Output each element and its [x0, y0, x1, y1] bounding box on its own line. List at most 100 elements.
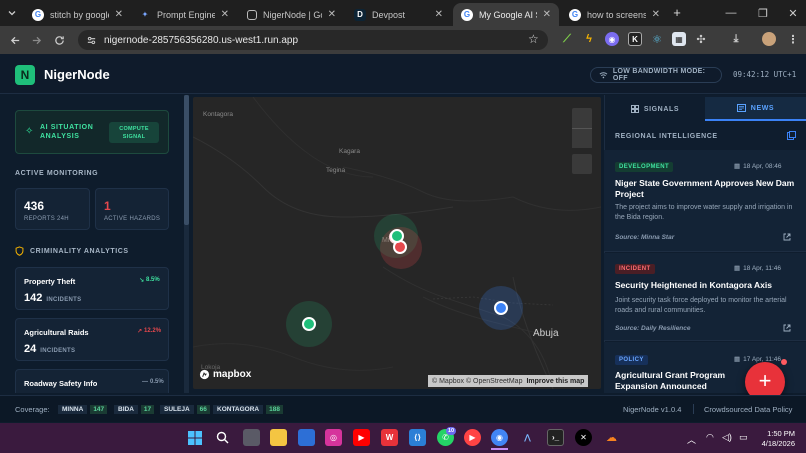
ai-title-line2: ANALYSIS: [40, 133, 80, 140]
system-clock[interactable]: 1:50 PM 4/18/2026: [757, 429, 795, 449]
chevron-down-icon: [8, 11, 16, 16]
analytics-property-theft[interactable]: Property Theft 142 INCIDENTS ↘ 8.5%: [15, 267, 169, 310]
tab-nigernode[interactable]: NigerNode | Goog ✕: [239, 3, 344, 26]
google-icon: G: [32, 8, 44, 21]
external-link-icon[interactable]: [783, 233, 791, 241]
reports-value: 436: [24, 199, 45, 213]
close-icon[interactable]: ✕: [435, 9, 443, 20]
tab-news[interactable]: NEWS: [705, 97, 806, 121]
site-settings-icon[interactable]: [86, 35, 97, 46]
download-icon[interactable]: ⤓: [729, 32, 743, 46]
analytics-roadway-safety[interactable]: Roadway Safety Info —0.5%: [15, 369, 169, 393]
extension-grid-icon[interactable]: ▦: [672, 32, 686, 46]
bookmark-star-icon[interactable]: ☆: [528, 33, 539, 45]
search-icon[interactable]: [214, 429, 231, 446]
youtube-icon[interactable]: ▶: [353, 429, 370, 446]
new-tab-button[interactable]: +: [670, 6, 684, 20]
external-link-icon[interactable]: [783, 324, 791, 332]
extensions-puzzle-icon[interactable]: ✣: [694, 32, 708, 46]
wifi-icon: [599, 72, 608, 79]
office-icon[interactable]: W: [381, 429, 398, 446]
store-icon[interactable]: [298, 429, 315, 446]
grid-icon: [630, 105, 639, 113]
sparkle-icon: ✧: [25, 126, 34, 137]
battery-icon[interactable]: ▭: [739, 432, 748, 443]
close-icon[interactable]: ✕: [652, 9, 660, 20]
file-explorer-icon[interactable]: [270, 429, 287, 446]
improve-map-link[interactable]: Improve this map: [526, 378, 584, 385]
reports-24h-card: 436 REPORTS 24H: [15, 188, 90, 230]
vscode-icon[interactable]: ⟨⟩: [409, 429, 426, 446]
extension-bolt-icon[interactable]: ϟ: [582, 32, 596, 46]
ai-studio-icon[interactable]: ⋀: [519, 429, 536, 446]
utc-clock: 09:42:12 UTC+1: [733, 70, 797, 79]
instagram-icon[interactable]: ◎: [325, 429, 342, 446]
tray-chevron-up-icon[interactable]: ︿: [687, 433, 696, 446]
profile-avatar[interactable]: [762, 32, 776, 46]
badge-policy: POLICY: [615, 355, 648, 365]
close-icon[interactable]: ✕: [221, 9, 229, 20]
browser-menu-icon[interactable]: ⋮: [786, 32, 800, 46]
extension-react-icon[interactable]: ⚛: [650, 32, 664, 46]
zoom-in-button[interactable]: [572, 108, 592, 128]
tab-signals[interactable]: SIGNALS: [605, 97, 705, 121]
close-icon[interactable]: ✕: [115, 9, 123, 20]
trend-up-icon: ↗: [137, 329, 143, 335]
news-source: Source: Daily Resilience: [615, 325, 691, 332]
reload-button[interactable]: [50, 31, 68, 49]
windows-start-icon[interactable]: [186, 429, 203, 446]
media-player-icon[interactable]: ▶: [464, 429, 481, 446]
extension-k-icon[interactable]: K: [628, 32, 642, 46]
cloudflare-icon[interactable]: ☁: [603, 429, 620, 446]
address-bar[interactable]: nigernode-285756356280.us-west1.run.app: [78, 30, 548, 50]
plus-icon: +: [758, 368, 772, 393]
whatsapp-badge: 10: [446, 427, 456, 435]
close-icon[interactable]: ✕: [328, 9, 336, 20]
volume-icon[interactable]: ◁): [722, 432, 732, 443]
extension-chat-icon[interactable]: ◉: [605, 32, 619, 46]
sidebar-scrollbar[interactable]: [184, 95, 189, 393]
back-button[interactable]: [6, 31, 24, 49]
close-window-button[interactable]: ✕: [778, 4, 806, 22]
tab-search-button[interactable]: [4, 5, 20, 21]
tab-google-ai-studio[interactable]: G My Google AI Stu ✕: [453, 3, 559, 26]
devpost-icon: D: [354, 8, 366, 21]
tab-prompt-engineering[interactable]: ✦ Prompt Engineering ✕: [131, 3, 237, 26]
terminal-icon[interactable]: ›_: [547, 429, 564, 446]
url-text: nigernode-285756356280.us-west1.run.app: [104, 34, 299, 46]
low-bandwidth-toggle[interactable]: LOW BANDWIDTH MODE: OFF: [590, 67, 722, 83]
maximize-button[interactable]: ❐: [748, 4, 778, 22]
news-item[interactable]: DEVELOPMENT ▦ 18 Apr, 08:46 Niger State G…: [604, 150, 806, 252]
analytics-agricultural-raids[interactable]: Agricultural Raids 24 INCIDENTS ↗ 12.2%: [15, 318, 169, 361]
close-icon[interactable]: ✕: [543, 9, 551, 20]
compute-signal-button[interactable]: COMPUTE SIGNAL: [109, 122, 159, 143]
copy-icon[interactable]: [787, 131, 796, 140]
map-marker-policy[interactable]: [479, 286, 523, 330]
analytics-count: 24: [24, 343, 37, 355]
zoom-out-button[interactable]: [572, 128, 592, 148]
wifi-tray-icon[interactable]: ◠: [706, 432, 714, 443]
calendar-icon: ▦: [734, 356, 741, 363]
map-marker-development[interactable]: [286, 301, 332, 347]
tab-stitch[interactable]: G stitch by google - ✕: [24, 3, 131, 26]
chrome-icon[interactable]: ◉: [491, 429, 508, 446]
map-label-abuja: Abuja: [533, 328, 559, 339]
x-twitter-icon[interactable]: ✕: [575, 429, 592, 446]
extension-leaf-icon[interactable]: ⟋: [560, 32, 574, 46]
windows-taskbar: [0, 423, 806, 453]
news-item[interactable]: INCIDENT ▦ 18 Apr, 11:46 Security Heighte…: [604, 253, 806, 341]
task-view-icon[interactable]: [243, 429, 260, 446]
map-canvas[interactable]: Kontagora Kagara Tegina Mi Abuja Lokoja …: [193, 97, 601, 389]
minimize-button[interactable]: —: [716, 4, 746, 22]
compass-button[interactable]: [572, 154, 592, 174]
analytics-count: 142: [24, 292, 43, 304]
forward-button[interactable]: [27, 31, 45, 49]
tab-devpost[interactable]: D Devpost ✕: [346, 3, 451, 26]
tab-how-to-screenshot[interactable]: G how to screenshot ✕: [561, 3, 668, 26]
analytics-name: Agricultural Raids: [24, 328, 89, 337]
ai-situation-analysis-card: ✧ AI SITUATION ANALYSIS COMPUTE SIGNAL: [15, 110, 169, 154]
mapbox-logo[interactable]: mapbox: [199, 369, 251, 380]
google-icon: G: [569, 8, 581, 21]
data-policy-link[interactable]: Crowdsourced Data Policy: [704, 405, 792, 414]
google-icon: G: [461, 8, 473, 21]
